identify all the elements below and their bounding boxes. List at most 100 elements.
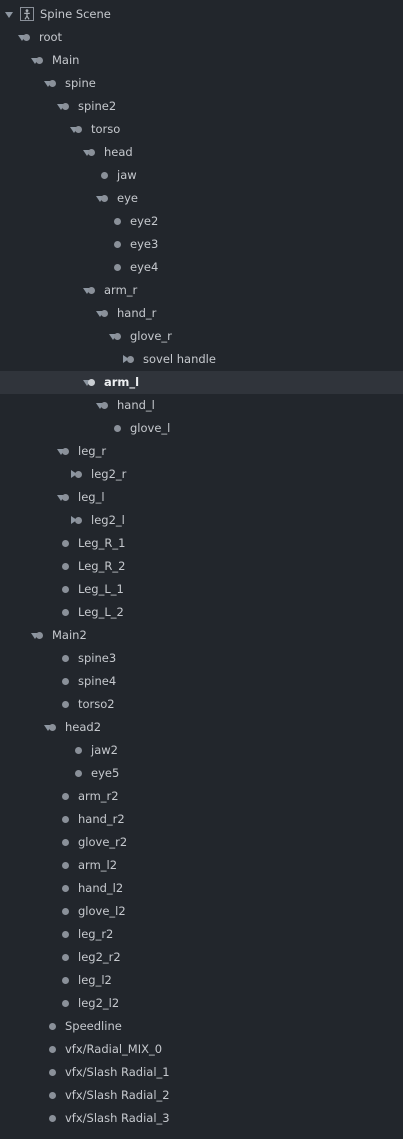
tree-row[interactable]: eye xyxy=(0,187,403,210)
tree-row[interactable]: Leg_R_2 xyxy=(0,555,403,578)
tree-item-label: vfx/Slash Radial_1 xyxy=(65,1064,170,1079)
tree-item-label: leg_l xyxy=(78,489,105,504)
tree-row[interactable]: glove_r xyxy=(0,325,403,348)
bone-dot-icon xyxy=(101,171,108,179)
tree-item-label: glove_l xyxy=(130,420,171,435)
tree-row[interactable]: spine2 xyxy=(0,95,403,118)
tree-row[interactable]: vfx/Radial_MIX_0 xyxy=(0,1038,403,1061)
tree-row[interactable]: torso xyxy=(0,118,403,141)
tree-item-label: leg2_r xyxy=(91,466,127,481)
bone-dot-icon xyxy=(62,953,69,961)
bone-dot-icon xyxy=(62,792,69,800)
tree-item-label: vfx/Radial_MIX_0 xyxy=(65,1041,163,1056)
tree-row[interactable]: hand_r2 xyxy=(0,808,403,831)
tree-row[interactable]: leg2_l2 xyxy=(0,992,403,1015)
bone-dot-icon xyxy=(101,309,108,317)
tree-item-label: hand_l xyxy=(117,397,155,412)
bone-dot-icon xyxy=(23,33,30,41)
tree-row[interactable]: arm_r xyxy=(0,279,403,302)
bone-dot-icon xyxy=(62,884,69,892)
tree-row[interactable]: leg_l xyxy=(0,486,403,509)
bone-dot-icon xyxy=(114,263,121,271)
tree-row[interactable]: root xyxy=(0,26,403,49)
tree-item-label: jaw2 xyxy=(91,742,118,757)
tree-row[interactable]: arm_r2 xyxy=(0,785,403,808)
tree-row[interactable]: spine4 xyxy=(0,670,403,693)
tree-row[interactable]: Spine Scene xyxy=(0,3,403,26)
tree-item-label: leg2_l xyxy=(91,512,125,527)
bone-dot-icon xyxy=(62,677,69,685)
bone-dot-icon xyxy=(101,194,108,202)
tree-item-label: Main2 xyxy=(52,627,87,642)
tree-item-label: Spine Scene xyxy=(40,6,111,21)
tree-item-label: sovel handle xyxy=(143,351,216,366)
tree-row[interactable]: torso2 xyxy=(0,693,403,716)
tree-item-label: glove_r xyxy=(130,328,172,343)
bone-dot-icon xyxy=(49,1091,56,1099)
tree-row[interactable]: glove_r2 xyxy=(0,831,403,854)
tree-row[interactable]: Leg_L_2 xyxy=(0,601,403,624)
tree-row[interactable]: hand_r xyxy=(0,302,403,325)
tree-row[interactable]: Leg_L_1 xyxy=(0,578,403,601)
tree-row[interactable]: head xyxy=(0,141,403,164)
bone-dot-icon xyxy=(49,1022,56,1030)
bone-dot-icon xyxy=(75,470,82,478)
bone-dot-icon xyxy=(114,332,121,340)
bone-dot-icon xyxy=(75,516,82,524)
bone-dot-icon xyxy=(62,539,69,547)
tree-item-label: leg_r2 xyxy=(78,926,114,941)
tree-row[interactable]: eye4 xyxy=(0,256,403,279)
tree-row[interactable]: leg_r2 xyxy=(0,923,403,946)
bone-dot-icon xyxy=(114,424,121,432)
tree-row[interactable]: leg2_r xyxy=(0,463,403,486)
tree-item-label: arm_r2 xyxy=(78,788,119,803)
tree-item-label: hand_r xyxy=(117,305,157,320)
tree-row[interactable]: leg_r xyxy=(0,440,403,463)
tree-row[interactable]: arm_l xyxy=(0,370,403,394)
tree-row[interactable]: eye3 xyxy=(0,233,403,256)
tree-row[interactable]: eye2 xyxy=(0,210,403,233)
bone-dot-icon xyxy=(101,401,108,409)
bone-dot-icon xyxy=(62,447,69,455)
tree-item-label: vfx/Slash Radial_3 xyxy=(65,1110,170,1125)
tree-row[interactable]: Leg_R_1 xyxy=(0,532,403,555)
tree-item-label: leg_r xyxy=(78,443,107,458)
tree-row[interactable]: glove_l2 xyxy=(0,900,403,923)
bone-dot-icon xyxy=(62,815,69,823)
bone-dot-icon xyxy=(62,861,69,869)
bone-dot-icon xyxy=(62,585,69,593)
tree-row[interactable]: leg2_r2 xyxy=(0,946,403,969)
tree-row[interactable]: jaw xyxy=(0,164,403,187)
tree-row[interactable]: vfx/Slash Radial_1 xyxy=(0,1061,403,1084)
tree-row[interactable]: Speedline xyxy=(0,1015,403,1038)
tree-row[interactable]: head2 xyxy=(0,716,403,739)
tree-item-label: spine2 xyxy=(78,98,117,113)
tree-item-label: eye4 xyxy=(130,259,159,274)
bone-dot-icon xyxy=(62,838,69,846)
tree-row[interactable]: leg_l2 xyxy=(0,969,403,992)
collapse-arrow-icon[interactable] xyxy=(4,3,14,26)
tree-item-label: spine3 xyxy=(78,650,117,665)
tree-row[interactable]: vfx/Slash Radial_2 xyxy=(0,1084,403,1107)
bone-dot-icon xyxy=(114,217,121,225)
tree-row[interactable]: Main2 xyxy=(0,624,403,647)
tree-row[interactable]: arm_l2 xyxy=(0,854,403,877)
tree-row[interactable]: leg2_l xyxy=(0,509,403,532)
bone-dot-icon xyxy=(49,1045,56,1053)
tree-row[interactable]: jaw2 xyxy=(0,739,403,762)
tree-row[interactable]: glove_l xyxy=(0,417,403,440)
tree-item-label: torso2 xyxy=(78,696,115,711)
tree-row[interactable]: sovel handle xyxy=(0,348,403,371)
tree-row[interactable]: hand_l xyxy=(0,394,403,417)
tree-row[interactable]: spine3 xyxy=(0,647,403,670)
tree-row[interactable]: eye5 xyxy=(0,762,403,785)
tree-row[interactable]: vfx/Slash Radial_3 xyxy=(0,1107,403,1130)
bone-dot-icon xyxy=(62,608,69,616)
tree-item-label: spine4 xyxy=(78,673,117,688)
bone-dot-icon xyxy=(62,976,69,984)
tree-row[interactable]: spine xyxy=(0,72,403,95)
tree-row[interactable]: hand_l2 xyxy=(0,877,403,900)
tree-item-label: Main xyxy=(52,52,80,67)
tree-item-label: arm_r xyxy=(104,282,138,297)
tree-row[interactable]: Main xyxy=(0,49,403,72)
